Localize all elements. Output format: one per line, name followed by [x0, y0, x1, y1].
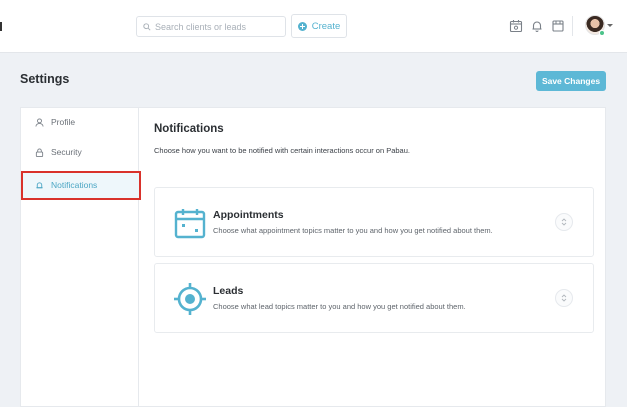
create-button[interactable]: Create [291, 14, 347, 38]
target-icon [174, 283, 206, 315]
header-divider [572, 16, 573, 36]
create-button-label: Create [311, 20, 341, 32]
topic-description: Choose what appointment topics matter to… [213, 226, 493, 235]
online-status-dot [599, 30, 605, 36]
topic-card-leads[interactable]: Leads Choose what lead topics matter to … [154, 263, 594, 333]
topic-card-appointments[interactable]: Appointments Choose what appointment top… [154, 187, 594, 257]
inbox-icon[interactable] [551, 19, 565, 33]
save-changes-button[interactable]: Save Changes [536, 71, 606, 91]
expand-toggle[interactable] [555, 289, 573, 307]
top-bar: Create [0, 0, 627, 53]
topic-title: Leads [213, 285, 244, 297]
section-description: Choose how you want to be notified with … [154, 146, 410, 155]
search-icon [143, 22, 151, 31]
page-title: Settings [20, 72, 70, 86]
user-icon [35, 117, 44, 127]
calendar-icon[interactable] [509, 19, 523, 33]
menu-edge-mark [0, 22, 2, 31]
plus-circle-icon [297, 21, 307, 31]
topic-description: Choose what lead topics matter to you an… [213, 302, 466, 311]
section-title: Notifications [154, 123, 224, 135]
chevron-icon [561, 218, 567, 226]
search-input[interactable] [155, 21, 283, 32]
bell-icon[interactable] [530, 19, 544, 33]
chevron-icon [561, 294, 567, 302]
lock-icon [35, 147, 44, 157]
chevron-down-icon[interactable] [607, 24, 613, 27]
search-box[interactable] [136, 16, 286, 37]
topic-title: Appointments [213, 209, 284, 221]
sidebar-item-label: Profile [51, 117, 76, 127]
expand-toggle[interactable] [555, 213, 573, 231]
settings-panel: Profile Security Notifications Notificat… [20, 107, 606, 407]
sidebar-item-label: Security [51, 147, 82, 157]
settings-sidebar: Profile Security Notifications [21, 108, 141, 406]
calendar-icon [174, 209, 206, 239]
sidebar-item-profile[interactable]: Profile [22, 108, 139, 136]
highlight-annotation [21, 171, 141, 200]
sidebar-item-security[interactable]: Security [22, 138, 139, 166]
